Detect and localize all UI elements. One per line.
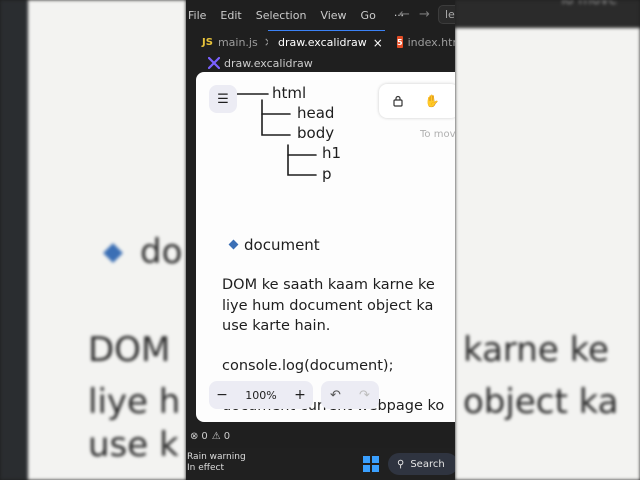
tree-node-p: p	[322, 165, 332, 183]
taskbar: Rain warning In effect ⚲ Search	[186, 448, 455, 480]
menu-go[interactable]: Go	[361, 9, 376, 22]
weather-title: Rain warning	[187, 452, 246, 462]
tab-main-js[interactable]: JS main.js ×	[186, 30, 274, 54]
excalidraw-icon	[208, 57, 220, 69]
hamburger-icon[interactable]: ☰	[209, 85, 237, 113]
background-line-3: use k	[88, 425, 179, 465]
close-icon[interactable]: ×	[373, 36, 383, 50]
tree-node-html: html	[272, 84, 307, 102]
tab-label: draw.excalidraw	[278, 36, 367, 49]
excalidraw-canvas[interactable]: ☰ html head body h1 p ✋ To move document…	[196, 72, 455, 422]
background-hint: To move	[559, 0, 618, 8]
menu-view[interactable]: View	[320, 9, 346, 22]
warning-icon[interactable]: ⚠	[212, 431, 221, 442]
menu-edit[interactable]: Edit	[220, 9, 241, 22]
code-line: console.log(document);	[222, 358, 394, 374]
arrow-left-icon[interactable]: ←	[399, 7, 410, 22]
tab-draw-excalidraw[interactable]: draw.excalidraw ×	[268, 30, 385, 54]
zoom-in-button[interactable]: +	[287, 387, 313, 403]
tab-label: index.htm	[407, 35, 455, 49]
paragraph-line-3: use karte hain.	[222, 318, 331, 334]
paragraph-line-2: liye hum document object ka	[222, 298, 434, 314]
js-icon: JS	[202, 36, 213, 48]
background-bullet-text: do	[140, 232, 183, 272]
background-right-line-2: object ka	[463, 382, 619, 422]
background-dark-strip	[0, 0, 28, 480]
html5-icon: 5	[397, 36, 403, 48]
vscode-window: File Edit Selection View Go ··· ← → le J…	[186, 0, 455, 480]
menu-bar: File Edit Selection View Go ···	[186, 0, 455, 30]
status-bar: ⊗ 0 ⚠ 0	[186, 426, 455, 446]
zoom-out-button[interactable]: −	[209, 387, 235, 403]
error-count[interactable]: 0	[201, 431, 207, 442]
taskbar-search[interactable]: ⚲ Search	[388, 453, 455, 475]
command-center[interactable]: le	[438, 5, 455, 24]
menu-file[interactable]: File	[188, 9, 206, 22]
bullet-text: document	[244, 236, 320, 254]
tree-node-body: body	[297, 124, 335, 142]
canvas-toolbar: ✋	[379, 84, 455, 118]
arrow-right-icon[interactable]: →	[419, 7, 430, 22]
zoom-controls: − 100% +	[209, 381, 313, 409]
menu-selection[interactable]: Selection	[256, 9, 307, 22]
background-right-line-1: karne ke	[463, 330, 609, 370]
search-label: Search	[410, 458, 445, 470]
tab-index-html[interactable]: 5 index.htm	[385, 30, 455, 54]
undo-icon[interactable]: ↶	[321, 388, 350, 403]
tab-label: main.js	[217, 35, 258, 49]
tree-node-h1: h1	[322, 144, 342, 162]
hand-icon[interactable]: ✋	[417, 86, 447, 116]
windows-start-icon[interactable]	[363, 456, 379, 472]
redo-icon[interactable]: ↷	[350, 388, 379, 403]
background-line-1: DOM	[88, 330, 171, 370]
error-icon[interactable]: ⊗	[190, 431, 198, 442]
editor-tabs: JS main.js × draw.excalidraw × 5 index.h…	[186, 30, 455, 54]
search-icon: ⚲	[397, 458, 405, 470]
lock-icon[interactable]	[383, 86, 413, 116]
background-right: To move karne ke object ka	[455, 0, 640, 480]
weather-widget[interactable]: Rain warning In effect	[187, 452, 246, 474]
warning-count[interactable]: 0	[224, 431, 230, 442]
paragraph-line-1: DOM ke saath kaam karne ke	[222, 277, 435, 293]
breadcrumb: draw.excalidraw	[208, 55, 313, 71]
canvas-hint: To move	[420, 129, 455, 140]
breadcrumb-file[interactable]: draw.excalidraw	[224, 57, 313, 70]
tree-node-head: head	[297, 104, 335, 122]
background-bullet-diamond	[103, 243, 123, 263]
zoom-level[interactable]: 100%	[235, 389, 287, 402]
history-controls: ↶ ↷	[321, 381, 379, 409]
weather-subtitle: In effect	[187, 463, 224, 473]
background-line-2: liye h	[88, 382, 181, 422]
background-left: do DOM liye h use k	[0, 0, 186, 480]
